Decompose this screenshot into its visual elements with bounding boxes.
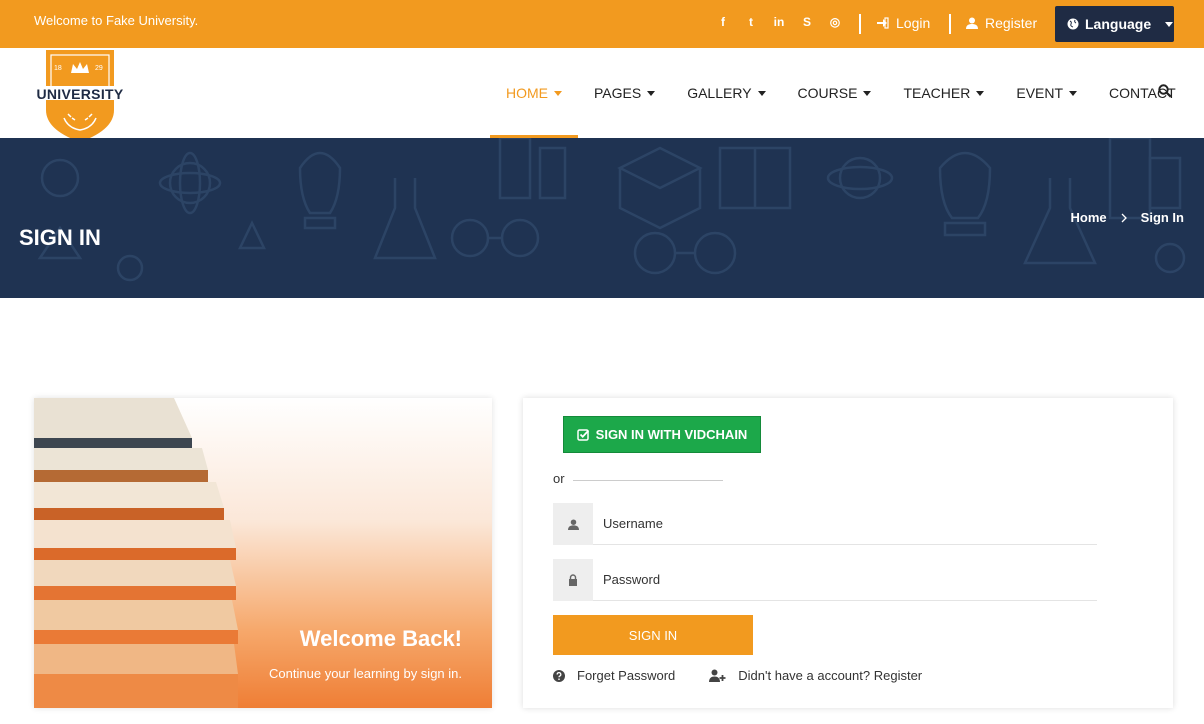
nav-item-event[interactable]: EVENT [1000, 48, 1093, 138]
breadcrumb-current: Sign In [1140, 210, 1184, 225]
caret-down-icon [757, 90, 766, 96]
search-icon [1158, 84, 1172, 98]
language-dropdown[interactable]: Language [1055, 6, 1174, 42]
password-field [553, 559, 1097, 601]
skype-icon[interactable]: S [800, 14, 814, 30]
vidchain-signin-button[interactable]: SIGN IN WITH VIDCHAIN [563, 416, 761, 453]
social-links: f t in S ◎ [716, 14, 842, 30]
welcome-image-panel: Welcome Back! Continue your learning by … [34, 398, 492, 708]
user-icon [567, 518, 579, 530]
caret-down-icon [1165, 21, 1174, 27]
divider [949, 14, 951, 34]
dribbble-icon[interactable]: ◎ [828, 14, 842, 30]
nav-item-label: GALLERY [687, 85, 752, 101]
vidchain-label: SIGN IN WITH VIDCHAIN [595, 427, 748, 442]
main-navbar: 18 29 UNIVERSITY HOME PAGES GALLERY COURSE T… [0, 48, 1204, 142]
register-label: Register [985, 15, 1038, 31]
language-label: Language [1085, 16, 1152, 32]
username-field [553, 503, 1097, 545]
top-bar: Welcome to Fake University. f t in S ◎ Login… [0, 0, 1204, 48]
globe-icon [1067, 18, 1079, 30]
main-menu: HOME PAGES GALLERY COURSE TEACHER EVENT CONTAC… [490, 48, 1192, 138]
user-plus-icon [709, 669, 726, 682]
divider [859, 14, 861, 34]
password-input[interactable] [593, 559, 1097, 601]
nav-item-label: TEACHER [903, 85, 971, 101]
nav-item-teacher[interactable]: TEACHER [887, 48, 1000, 138]
welcome-text: Welcome to Fake University. [34, 13, 199, 28]
nav-item-label: COURSE [797, 85, 858, 101]
university-logo[interactable]: 18 29 UNIVERSITY [34, 48, 126, 142]
question-circle-icon [553, 669, 565, 682]
register-link[interactable]: Register [966, 15, 1037, 31]
caret-down-icon [976, 90, 985, 96]
chevron-right-icon [1121, 213, 1127, 222]
facebook-icon[interactable]: f [716, 14, 730, 30]
welcome-subtitle: Continue your learning by sign in. [269, 666, 462, 681]
or-separator-label: or [553, 471, 565, 486]
nav-item-course[interactable]: COURSE [782, 48, 888, 138]
linkedin-icon[interactable]: in [772, 14, 786, 30]
logo-year-right: 29 [95, 65, 103, 72]
breadcrumb: Home Sign In [1071, 210, 1184, 225]
login-label: Login [896, 15, 931, 31]
or-separator-line [573, 480, 723, 481]
forget-password-label: Forget Password [577, 668, 676, 683]
check-square-icon [576, 429, 589, 441]
username-icon-box [553, 503, 593, 545]
signin-label: SIGN IN [628, 627, 678, 643]
caret-down-icon [554, 90, 562, 96]
user-icon [966, 17, 978, 29]
username-input[interactable] [593, 503, 1097, 545]
nav-item-contact[interactable]: CONTACT [1093, 48, 1192, 138]
search-button[interactable] [1158, 84, 1172, 103]
caret-down-icon [1069, 90, 1078, 96]
logo-text: UNIVERSITY [36, 86, 124, 102]
caret-down-icon [863, 90, 872, 96]
books-illustration [34, 398, 238, 708]
sign-in-icon [877, 17, 889, 29]
nav-item-pages[interactable]: PAGES [578, 48, 671, 138]
caret-down-icon [647, 90, 656, 96]
lock-icon [569, 574, 577, 586]
page-banner: SIGN IN Home Sign In [0, 138, 1204, 298]
form-links: Forget Password Didn't have a account? R… [553, 668, 922, 683]
nav-item-home[interactable]: HOME [490, 48, 578, 138]
twitter-icon[interactable]: t [744, 14, 758, 30]
nav-item-label: HOME [506, 85, 548, 101]
banner-pattern [37, 138, 1186, 282]
login-link[interactable]: Login [876, 15, 930, 31]
nav-item-label: EVENT [1016, 85, 1064, 101]
nav-item-gallery[interactable]: GALLERY [671, 48, 781, 138]
password-icon-box [553, 559, 593, 601]
signin-form-card: SIGN IN WITH VIDCHAIN or SIGN IN Forget … [523, 398, 1173, 708]
register-account-link[interactable]: Didn't have a account? Register [709, 668, 922, 683]
signin-button[interactable]: SIGN IN [553, 615, 753, 655]
breadcrumb-home[interactable]: Home [1071, 210, 1107, 225]
forget-password-link[interactable]: Forget Password [553, 668, 675, 683]
page-title: SIGN IN [19, 225, 101, 250]
logo-year-left: 18 [54, 65, 62, 72]
nav-item-label: PAGES [594, 85, 642, 101]
welcome-title: Welcome Back! [299, 626, 462, 651]
register-account-label: Didn't have a account? Register [738, 668, 923, 683]
